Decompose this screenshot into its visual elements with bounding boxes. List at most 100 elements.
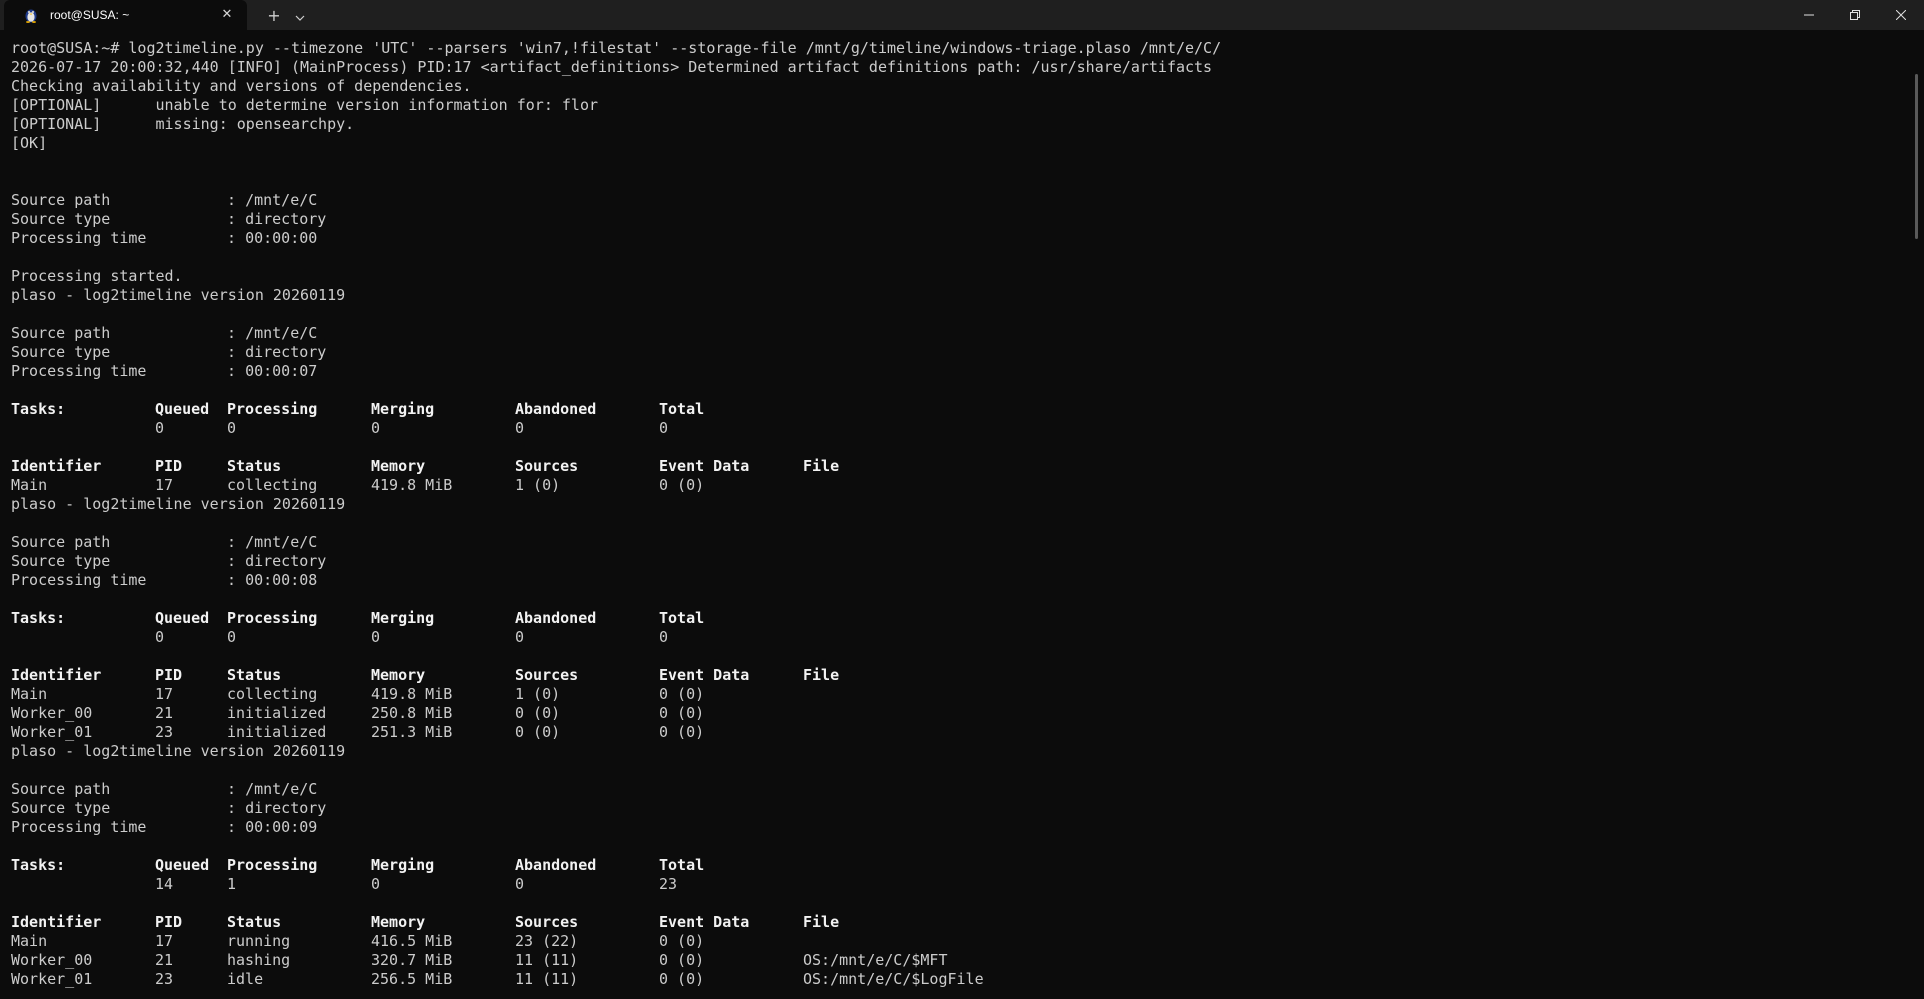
tasks-value-cell: 0 xyxy=(515,419,525,437)
source-time-text: 00:00:09 xyxy=(245,818,318,836)
kv-separator: : xyxy=(227,229,237,247)
worker-cell: 419.8 MiB xyxy=(371,685,453,703)
tasks-header-cell: Total xyxy=(659,609,705,627)
new-tab-button[interactable]: + xyxy=(261,0,287,30)
source-time-text: 00:00:08 xyxy=(245,571,318,589)
source-time-value: : 00:00:09 xyxy=(227,818,317,837)
terminal-output[interactable]: root@SUSA:~# log2timeline.py --timezone … xyxy=(11,39,1900,999)
worker-cell: Worker_00 xyxy=(11,951,93,969)
workers-header-cell: Identifier xyxy=(11,457,102,475)
source-time-label: Processing time xyxy=(11,571,147,589)
tasks-value-cell: 0 xyxy=(659,419,669,437)
source-type-line: Source type: directory xyxy=(11,799,1900,818)
worker-cell: 320.7 MiB xyxy=(371,951,453,969)
worker-cell: 23 xyxy=(155,970,174,988)
version-line: plaso - log2timeline version 20260119 xyxy=(11,742,346,760)
workers-header-cell: Sources xyxy=(515,913,579,931)
output-line: [OPTIONAL] missing: opensearchpy. xyxy=(11,115,355,133)
worker-cell: Main xyxy=(11,685,48,703)
worker-cell: 0 (0) xyxy=(659,723,705,741)
worker-cell: 23 (22) xyxy=(515,932,579,950)
worker-cell: 17 xyxy=(155,685,174,703)
tab-dropdown-button[interactable] xyxy=(287,0,313,30)
title-bar: root@SUSA: ~ ✕ + xyxy=(0,0,1924,30)
worker-cell: 0 (0) xyxy=(659,685,705,703)
tasks-value-cell: 0 xyxy=(155,628,165,646)
source-path-line: Source path : /mnt/e/C xyxy=(11,324,1900,343)
kv-separator: : xyxy=(227,799,237,817)
terminal-tab[interactable]: root@SUSA: ~ ✕ xyxy=(4,0,247,30)
tab-title: root@SUSA: ~ xyxy=(50,8,130,22)
source-path-label: Source path xyxy=(11,324,111,342)
kv-separator: : xyxy=(227,571,237,589)
workers-header-cell: PID xyxy=(155,666,183,684)
tasks-header-cell: Queued xyxy=(155,856,210,874)
kv-separator: : xyxy=(227,343,237,361)
tasks-header-row: Tasks: Queued Processing Merging Abandoned To… xyxy=(11,856,1900,875)
source-type-text: directory xyxy=(245,210,327,228)
worker-cell: 17 xyxy=(155,932,174,950)
source-path-line: Source path: /mnt/e/C xyxy=(11,533,1900,552)
close-tab-icon[interactable]: ✕ xyxy=(219,7,235,23)
tasks-header-cell: Processing xyxy=(227,400,318,418)
window-controls xyxy=(1786,0,1924,30)
worker-cell: hashing xyxy=(227,951,291,969)
close-window-button[interactable] xyxy=(1878,0,1924,30)
worker-cell: 250.8 MiB xyxy=(371,704,453,722)
minimize-button[interactable] xyxy=(1786,0,1832,30)
worker-cell: 0 (0) xyxy=(659,704,705,722)
worker-cell: initialized xyxy=(227,723,327,741)
scrollbar-thumb[interactable] xyxy=(1915,74,1918,239)
source-type-label: Source type xyxy=(11,552,111,570)
source-type-text: directory xyxy=(245,552,327,570)
output-line: [OK] xyxy=(11,134,48,152)
source-type-text: directory xyxy=(245,799,327,817)
kv-separator: : xyxy=(227,210,237,228)
source-type-value: : directory xyxy=(227,343,326,362)
workers-header-cell: PID xyxy=(155,913,183,931)
tasks-header-cell: Merging xyxy=(371,856,435,874)
output-line: 2026-07-17 20:00:32,440 [INFO] (MainProc… xyxy=(11,58,1213,76)
worker-row: Worker_00 21 hashing 320.7 MiB 11 (11) 0 (0) O… xyxy=(11,951,1900,970)
workers-header-cell: File xyxy=(803,666,840,684)
worker-cell: 1 (0) xyxy=(515,476,561,494)
source-type-line: Source type: directory xyxy=(11,552,1900,571)
processing-started-line: Processing started. xyxy=(11,267,183,285)
workers-header-cell: Event Data xyxy=(659,457,750,475)
restore-button[interactable] xyxy=(1832,0,1878,30)
worker-cell: 0 (0) xyxy=(515,723,561,741)
tasks-header-cell: Tasks: xyxy=(11,856,66,874)
source-type-line: Source type: directory xyxy=(11,343,1900,362)
source-time-value: : 00:00:07 xyxy=(227,362,317,381)
workers-header-cell: PID xyxy=(155,457,183,475)
workers-header-cell: Sources xyxy=(515,457,579,475)
tasks-header-cell: Abandoned xyxy=(515,856,597,874)
workers-header-cell: Status xyxy=(227,457,282,475)
worker-cell: OS:/mnt/e/C/$LogFile xyxy=(803,970,984,988)
tasks-header-cell: Merging xyxy=(371,609,435,627)
source-type-label: Source type xyxy=(11,210,111,228)
workers-header-cell: Memory xyxy=(371,457,426,475)
worker-cell: 0 (0) xyxy=(659,932,705,950)
tasks-value-cell: 0 xyxy=(155,419,165,437)
source-type-value: : directory xyxy=(227,799,326,818)
source-type-line: Source type: directory xyxy=(11,210,1900,229)
worker-row: Main 17 running 416.5 MiB 23 (22) 0 (0) xyxy=(11,932,1900,951)
source-time-value: : 00:00:00 xyxy=(227,229,317,248)
source-time-text: 00:00:07 xyxy=(245,362,318,380)
workers-header-row: Identifier PID Status Memory Sources Event Da… xyxy=(11,913,1900,932)
tasks-value-cell: 0 xyxy=(227,628,237,646)
source-path-line: Source path: /mnt/e/C xyxy=(11,191,1900,210)
tasks-value-cell: 0 xyxy=(515,628,525,646)
tasks-header-row: Tasks: Queued Processing Merging Abandoned To… xyxy=(11,609,1900,628)
worker-row: Main 17 collecting 419.8 MiB 1 (0) 0 (0) xyxy=(11,476,1900,495)
source-path-value: : /mnt/e/C xyxy=(227,324,317,343)
output-line: [OPTIONAL] unable to determine version i… xyxy=(11,96,598,114)
close-icon xyxy=(1896,10,1906,20)
source-time-label: Processing time xyxy=(11,362,147,380)
worker-cell: Worker_01 xyxy=(11,723,93,741)
source-time-line: Processing time: 00:00:00 xyxy=(11,229,1900,248)
